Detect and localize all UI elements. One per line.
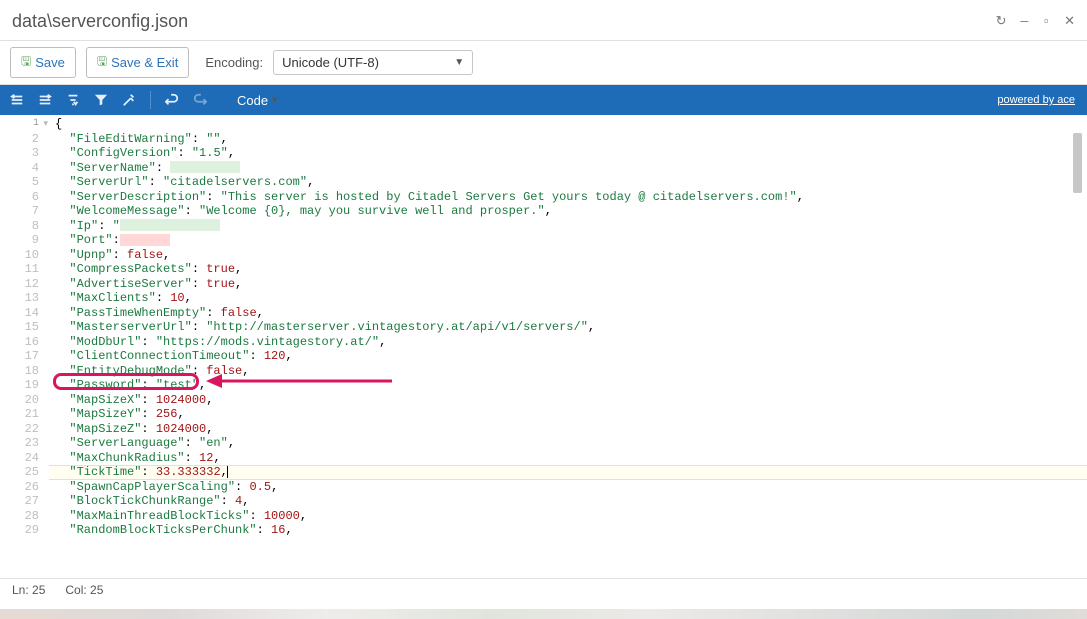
filter-icon[interactable] — [94, 93, 108, 107]
line-number: 5 — [0, 175, 39, 190]
scrollbar-thumb[interactable] — [1073, 133, 1082, 193]
code-line: "PassTimeWhenEmpty": false, — [49, 306, 1087, 321]
line-number: 7 — [0, 204, 39, 219]
powered-by-link[interactable]: powered by ace — [997, 94, 1075, 106]
collapse-all-icon[interactable] — [38, 93, 52, 107]
code-line: "WelcomeMessage": "Welcome {0}, may you … — [49, 204, 1087, 219]
code-line: "MapSizeZ": 1024000, — [49, 422, 1087, 437]
line-number-gutter: 1 2 3 4 5 6 7 8 9 10 11 12 13 14 15 16 1… — [0, 115, 49, 578]
code-line: "MapSizeY": 256, — [49, 407, 1087, 422]
toolbar-separator — [150, 91, 151, 109]
file-path-title: data\serverconfig.json — [12, 11, 188, 32]
status-line: Ln: 25 — [12, 583, 45, 597]
maximize-icon[interactable]: ▫ — [1042, 14, 1050, 29]
code-line: { — [49, 117, 1087, 132]
encoding-value: Unicode (UTF-8) — [282, 55, 379, 70]
encoding-label: Encoding: — [205, 55, 263, 70]
code-line: "TickTime": 33.333332, — [49, 465, 1087, 480]
line-number: 14 — [0, 306, 39, 321]
code-line: "AdvertiseServer": true, — [49, 277, 1087, 292]
code-line: "MasterserverUrl": "http://masterserver.… — [49, 320, 1087, 335]
save-button[interactable]: 🖫 Save — [10, 47, 76, 78]
code-line: "Upnp": false, — [49, 248, 1087, 263]
settings-icon[interactable] — [122, 93, 136, 107]
status-col: Col: 25 — [65, 583, 103, 597]
code-line: "SpawnCapPlayerScaling": 0.5, — [49, 480, 1087, 495]
line-number: 18 — [0, 364, 39, 379]
code-line: "Ip": " — [49, 219, 1087, 234]
code-line: "CompressPackets": true, — [49, 262, 1087, 277]
line-number: 2 — [0, 132, 39, 147]
line-number: 4 — [0, 161, 39, 176]
code-line: "ConfigVersion": "1.5", — [49, 146, 1087, 161]
code-line: "ServerLanguage": "en", — [49, 436, 1087, 451]
code-line: "BlockTickChunkRange": 4, — [49, 494, 1087, 509]
minimize-icon[interactable]: — — [1020, 14, 1028, 29]
line-number: 28 — [0, 509, 39, 524]
code-line: "RandomBlockTicksPerChunk": 16, — [49, 523, 1087, 538]
save-icon: 🖫 — [21, 52, 31, 73]
line-number: 15 — [0, 320, 39, 335]
line-number: 27 — [0, 494, 39, 509]
code-line: "EntityDebugMode": false, — [49, 364, 1087, 379]
code-line: "MapSizeX": 1024000, — [49, 393, 1087, 408]
save-exit-label: Save & Exit — [111, 55, 178, 70]
line-number: 29 — [0, 523, 39, 538]
refresh-icon[interactable]: ↻ — [996, 14, 1007, 29]
line-number: 20 — [0, 393, 39, 408]
save-exit-icon: 🖫 — [97, 52, 107, 73]
scrollbar-track[interactable] — [1070, 115, 1085, 578]
code-editor[interactable]: 1 2 3 4 5 6 7 8 9 10 11 12 13 14 15 16 1… — [0, 115, 1087, 578]
code-line: "Port": — [49, 233, 1087, 248]
code-line: "ServerDescription": "This server is hos… — [49, 190, 1087, 205]
line-number: 16 — [0, 335, 39, 350]
undo-icon[interactable] — [165, 93, 179, 107]
mode-label: Code — [237, 93, 268, 108]
code-line: "MaxChunkRadius": 12, — [49, 451, 1087, 466]
code-line: "ServerUrl": "citadelservers.com", — [49, 175, 1087, 190]
line-number: 8 — [0, 219, 39, 234]
line-number: 26 — [0, 480, 39, 495]
redo-icon[interactable] — [193, 93, 207, 107]
mode-dropdown[interactable]: Code ▾ — [237, 93, 277, 108]
line-number: 24 — [0, 451, 39, 466]
line-number: 10 — [0, 248, 39, 263]
line-number: 6 — [0, 190, 39, 205]
line-number: 22 — [0, 422, 39, 437]
expand-all-icon[interactable] — [10, 93, 24, 107]
line-number: 9 — [0, 233, 39, 248]
line-number: 19 — [0, 378, 39, 393]
code-line: "Password": "test", — [49, 378, 1087, 393]
encoding-select[interactable]: Unicode (UTF-8) ▼ — [273, 50, 473, 75]
line-number: 17 — [0, 349, 39, 364]
line-number: 11 — [0, 262, 39, 277]
line-number: 21 — [0, 407, 39, 422]
sort-icon[interactable] — [66, 93, 80, 107]
code-line: "ClientConnectionTimeout": 120, — [49, 349, 1087, 364]
code-line: "MaxClients": 10, — [49, 291, 1087, 306]
decorative-footer-strip — [0, 609, 1087, 619]
code-line: "MaxMainThreadBlockTicks": 10000, — [49, 509, 1087, 524]
line-number: 25 — [0, 465, 39, 480]
text-cursor — [227, 466, 228, 478]
save-exit-button[interactable]: 🖫 Save & Exit — [86, 47, 189, 78]
code-line: "ServerName": — [49, 161, 1087, 176]
line-number: 1 — [0, 117, 39, 132]
line-number: 3 — [0, 146, 39, 161]
line-number: 13 — [0, 291, 39, 306]
code-line: "ModDbUrl": "https://mods.vintagestory.a… — [49, 335, 1087, 350]
code-line: "FileEditWarning": "", — [49, 132, 1087, 147]
close-icon[interactable]: ✕ — [1064, 14, 1075, 29]
save-label: Save — [35, 55, 65, 70]
line-number: 12 — [0, 277, 39, 292]
code-area[interactable]: { "FileEditWarning": "", "ConfigVersion"… — [49, 115, 1087, 578]
chevron-down-icon: ▼ — [454, 57, 464, 68]
mode-caret-icon: ▾ — [272, 95, 277, 106]
line-number: 23 — [0, 436, 39, 451]
